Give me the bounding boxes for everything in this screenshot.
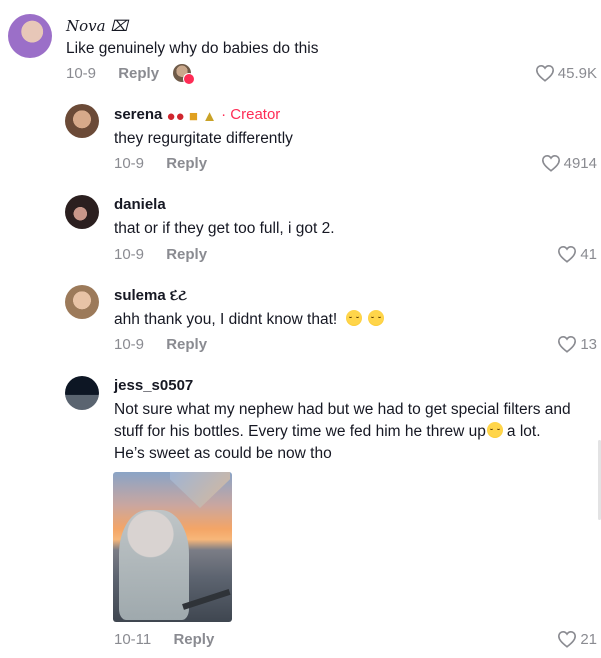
comment-date: 10-9 [114, 155, 145, 172]
reply-button[interactable]: Reply [166, 155, 207, 172]
like-count: 13 [580, 335, 597, 353]
boat-railing [182, 589, 231, 610]
leopard-icon: ■ [188, 108, 198, 125]
reply-button[interactable]: Reply [173, 631, 214, 648]
avatar[interactable] [65, 195, 99, 229]
comment-username[interactable]: Nova ⌧ [66, 17, 128, 35]
comment-meta: 10-11 Reply [114, 631, 214, 648]
comment-text: that or if they get too full, i got 2. [114, 220, 335, 237]
comment-username[interactable]: serena ●● ■ ▲ · Creator [114, 106, 280, 125]
heart-icon [183, 73, 195, 85]
reply-button[interactable]: Reply [166, 336, 207, 353]
liked-by-creator-avatar [173, 64, 195, 85]
heart-outline-icon [541, 154, 560, 172]
comment-text: ahh thank you, I didnt know that! [114, 309, 384, 331]
comment-text: Not sure what my nephew had but we had t… [114, 399, 600, 465]
like-button[interactable]: 21 [557, 630, 597, 648]
like-count: 4914 [563, 154, 597, 172]
pensive-face-emoji [486, 422, 503, 438]
baby-photo-figure [119, 510, 189, 620]
cherries-icon: ●● [166, 108, 185, 125]
heart-outline-icon [558, 335, 577, 353]
comment-username[interactable]: sulema દટ [114, 287, 187, 304]
comment-attached-image[interactable] [113, 472, 232, 622]
comment-meta: 10-9 Reply [114, 155, 207, 172]
like-count: 45.9K [557, 64, 597, 82]
hugging-face-emoji [367, 310, 384, 326]
heart-outline-icon [535, 64, 554, 82]
like-button[interactable]: 13 [557, 335, 597, 353]
comment-date: 10-9 [114, 336, 145, 353]
like-button[interactable]: 45.9K [535, 64, 597, 82]
comment-text: Like genuinely why do babies do this [66, 40, 319, 57]
comment-text-line: stuff for his bottles. Every time we fed… [114, 422, 541, 440]
comment-date: 10-11 [114, 631, 152, 648]
avatar[interactable] [8, 14, 52, 58]
comment-meta: 10-9 Reply [66, 65, 159, 82]
comment-date: 10-9 [114, 246, 145, 263]
like-button[interactable]: 41 [557, 245, 597, 263]
comment-text-line: Not sure what my nephew had but we had t… [114, 401, 571, 418]
trophy-icon: ▲ [202, 108, 217, 125]
reply-button[interactable]: Reply [118, 65, 159, 82]
comment-date: 10-9 [66, 65, 97, 82]
comment-meta: 10-9 Reply [114, 336, 207, 353]
comment-meta: 10-9 Reply [114, 246, 207, 263]
like-count: 21 [580, 630, 597, 648]
hugging-face-emoji [345, 310, 362, 326]
heart-outline-icon [558, 245, 577, 263]
creator-label: · Creator [221, 106, 281, 123]
avatar[interactable] [65, 104, 99, 138]
comment-username[interactable]: jess_s0507 [114, 377, 193, 394]
like-button[interactable]: 4914 [541, 154, 597, 172]
heart-outline-icon [558, 630, 577, 648]
inset-heart-photo [170, 472, 230, 508]
comment-text-line: He’s sweet as could be now tho [114, 445, 332, 462]
comment-text: they regurgitate differently [114, 130, 293, 147]
reply-button[interactable]: Reply [166, 246, 207, 263]
like-count: 41 [580, 245, 597, 263]
avatar[interactable] [65, 376, 99, 410]
avatar[interactable] [65, 285, 99, 319]
comment-username[interactable]: daniela [114, 196, 166, 213]
